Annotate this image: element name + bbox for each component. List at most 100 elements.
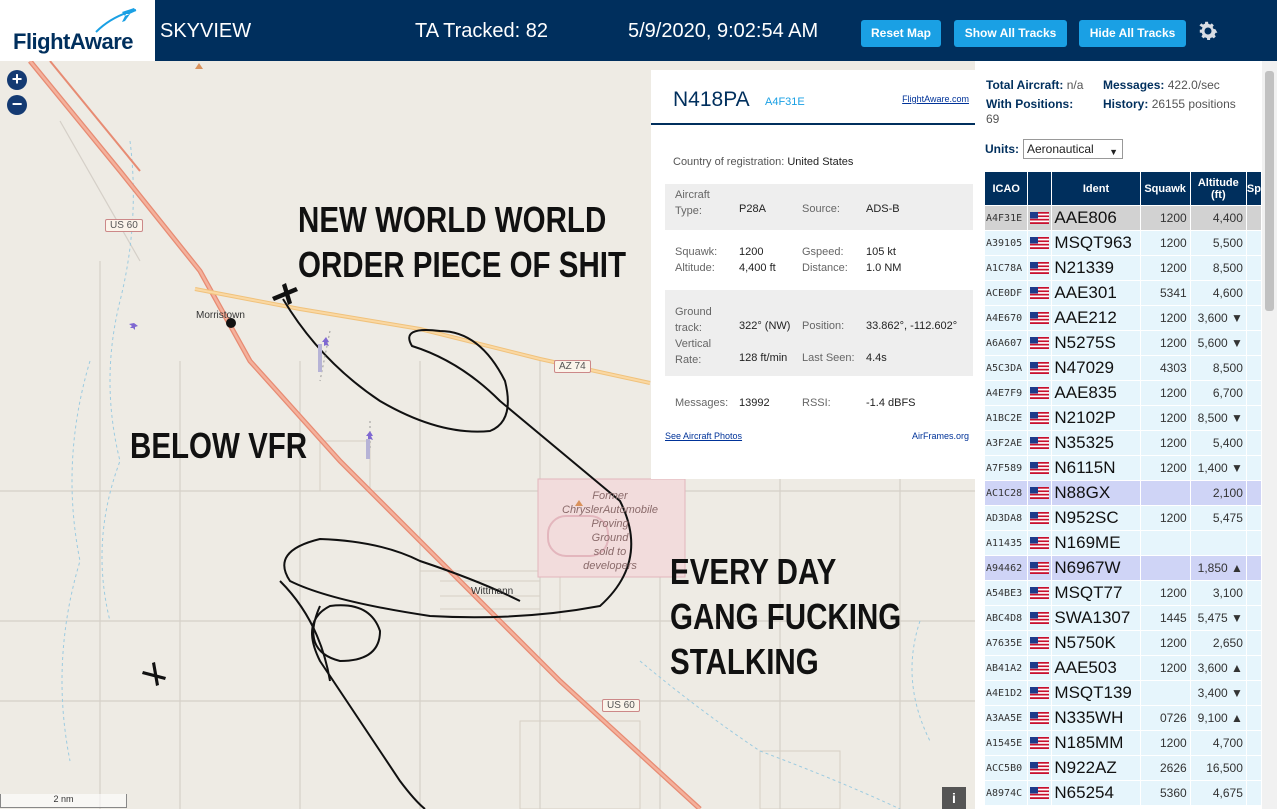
row-flag [1028, 656, 1052, 680]
us-flag-icon [1030, 437, 1050, 449]
table-row[interactable]: A5C3DA N47029 4303 8,500 [985, 356, 1261, 380]
airframes-link[interactable]: AirFrames.org [912, 431, 969, 441]
zoom-in-button[interactable]: + [7, 70, 27, 90]
row-squawk: 1200 [1140, 381, 1190, 405]
row-squawk: 4303 [1140, 356, 1190, 380]
table-row[interactable]: A4E1D2 MSQT139 3,400 ▼ [985, 681, 1261, 705]
table-row[interactable]: A1BC2E N2102P 1200 8,500 ▼ [985, 406, 1261, 430]
row-flag [1028, 731, 1052, 755]
row-icao: ACC5B0 [985, 756, 1028, 780]
table-row[interactable]: A1545E N185MM 1200 4,700 [985, 731, 1261, 755]
scrollbar-thumb[interactable] [1265, 71, 1274, 311]
total-aircraft-stat: Total Aircraft: n/a [986, 78, 1083, 92]
table-row[interactable]: A1C78A N21339 1200 8,500 [985, 256, 1261, 280]
table-row[interactable]: A6A607 N5275S 1200 5,600 ▼ [985, 331, 1261, 355]
row-flag [1028, 356, 1052, 380]
row-speed [1246, 656, 1261, 680]
row-ident: AAE212 [1052, 306, 1140, 330]
row-speed [1246, 431, 1261, 455]
aircraft-photos-link[interactable]: See Aircraft Photos [665, 431, 742, 441]
overlay-caption-2: BELOW VFR [130, 425, 308, 466]
row-altitude-trend: ▲ [1231, 561, 1243, 575]
altitude-label: Altitude: [675, 262, 715, 274]
info-icon[interactable]: i [942, 787, 966, 809]
row-squawk [1140, 681, 1190, 705]
col-icao[interactable]: ICAO [985, 172, 1028, 205]
row-icao: A6A607 [985, 331, 1028, 355]
col-flag[interactable] [1028, 172, 1052, 205]
map-view[interactable]: + − US 60 AZ 74 US 60 Morristown Wittman… [0, 61, 975, 809]
row-altitude: 2,650 [1190, 631, 1246, 655]
row-flag [1028, 481, 1052, 505]
col-squawk[interactable]: Squawk [1140, 172, 1190, 205]
row-altitude: 4,675 [1190, 781, 1246, 805]
row-flag [1028, 531, 1052, 555]
row-ident: N65254 [1052, 781, 1140, 805]
total-aircraft-label: Total Aircraft: [986, 78, 1064, 92]
table-row[interactable]: AB41A2 AAE503 1200 3,600 ▲ [985, 656, 1261, 680]
row-ident: AAE301 [1052, 281, 1140, 305]
row-flag [1028, 456, 1052, 480]
row-altitude: 1,400 ▼ [1190, 456, 1246, 480]
row-icao: A1545E [985, 731, 1028, 755]
units-select[interactable]: Aeronautical ▼ [1023, 139, 1123, 159]
us-flag-icon [1030, 787, 1050, 799]
table-row[interactable]: A3AA5E N335WH 0726 9,100 ▲ [985, 706, 1261, 730]
us-flag-icon [1030, 737, 1050, 749]
row-speed [1246, 406, 1261, 430]
app-title: SKYVIEW [160, 20, 252, 42]
logo[interactable]: FlightAware [0, 0, 155, 61]
us-flag-icon [1030, 537, 1050, 549]
row-icao: ABC4D8 [985, 606, 1028, 630]
zoom-out-button[interactable]: − [7, 95, 27, 115]
table-row[interactable]: AC1C28 N88GX 2,100 [985, 481, 1261, 505]
table-row[interactable]: ABC4D8 SWA1307 1445 5,475 ▼ [985, 606, 1261, 630]
row-altitude-trend: ▲ [1231, 661, 1243, 675]
row-altitude-value: 8,500 [1197, 411, 1228, 425]
table-row[interactable]: A3F2AE N35325 1200 5,400 [985, 431, 1261, 455]
hide-all-tracks-button[interactable]: Hide All Tracks [1079, 20, 1186, 47]
us-flag-icon [1030, 562, 1050, 574]
gear-icon[interactable] [1196, 19, 1220, 43]
row-altitude-value: 4,400 [1212, 211, 1243, 225]
col-ident[interactable]: Ident [1052, 172, 1140, 205]
table-row[interactable]: A4F31E AAE806 1200 4,400 [985, 206, 1261, 230]
table-row[interactable]: A8974C N65254 5360 4,675 [985, 781, 1261, 805]
table-row[interactable]: A4E7F9 AAE835 1200 6,700 [985, 381, 1261, 405]
row-altitude-trend: ▼ [1231, 336, 1243, 350]
reset-map-button[interactable]: Reset Map [861, 20, 941, 47]
table-row[interactable]: ACC5B0 N922AZ 2626 16,500 [985, 756, 1261, 780]
table-row[interactable]: A4E670 AAE212 1200 3,600 ▼ [985, 306, 1261, 330]
table-row[interactable]: A94462 N6967W 1,850 ▲ [985, 556, 1261, 580]
row-altitude-value: 3,100 [1212, 586, 1243, 600]
table-row[interactable]: ACE0DF AAE301 5341 4,600 [985, 281, 1261, 305]
landmark-label: Former ChryslerAutomobile Proving Ground… [562, 490, 658, 572]
row-ident: AAE835 [1052, 381, 1140, 405]
lastseen-label: Last Seen: [802, 352, 855, 364]
table-row[interactable]: A11435 N169ME [985, 531, 1261, 555]
row-icao: A4F31E [985, 206, 1028, 230]
row-altitude-value: 6,700 [1212, 386, 1243, 400]
row-squawk: 1200 [1140, 306, 1190, 330]
airplane-icon-4 [142, 662, 166, 686]
show-all-tracks-button[interactable]: Show All Tracks [954, 20, 1067, 47]
row-squawk: 1200 [1140, 581, 1190, 605]
units-select-value: Aeronautical [1027, 142, 1094, 156]
us-flag-icon [1030, 412, 1050, 424]
row-squawk: 1200 [1140, 656, 1190, 680]
table-row[interactable]: A54BE3 MSQT77 1200 3,100 [985, 581, 1261, 605]
table-row[interactable]: A7F589 N6115N 1200 1,400 ▼ [985, 456, 1261, 480]
table-row[interactable]: A39105 MSQT963 1200 5,500 [985, 231, 1261, 255]
row-speed [1246, 556, 1261, 580]
row-flag [1028, 581, 1052, 605]
flightaware-link[interactable]: FlightAware.com [902, 94, 969, 104]
col-altitude[interactable]: Altitude (ft) [1190, 172, 1246, 205]
row-squawk: 2626 [1140, 756, 1190, 780]
table-row[interactable]: AD3DA8 N952SC 1200 5,475 [985, 506, 1261, 530]
row-icao: AC1C28 [985, 481, 1028, 505]
col-speed[interactable]: Sp [1246, 172, 1261, 205]
us-flag-icon [1030, 662, 1050, 674]
table-row[interactable]: A7635E N5750K 1200 2,650 [985, 631, 1261, 655]
row-altitude-value: 5,475 [1197, 611, 1228, 625]
row-speed [1246, 531, 1261, 555]
